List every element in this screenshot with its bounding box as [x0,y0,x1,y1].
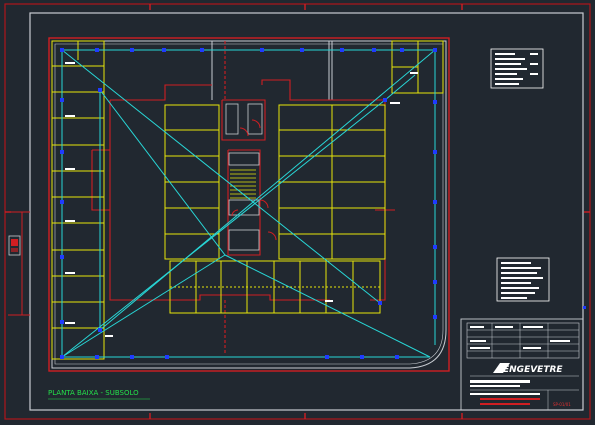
north-marker [583,306,586,309]
sheet-code: SP-01/01 [553,402,571,407]
legend-table-top [490,48,544,89]
left-feeder-lines [5,211,30,316]
wiring-diagonals [61,49,436,358]
title-block: ENGEVETRE SP-01/01 [460,318,584,411]
drawing-frame [29,12,584,411]
legend-table-bottom [496,257,550,302]
device-tags [65,62,418,337]
drawing-title: PLANTA BAIXA - SUBSOLO [48,389,139,397]
svg-text:ENGEVETRE: ENGEVETRE [503,365,563,375]
company-logo: ENGEVETRE [493,363,563,375]
legend-device-icon [8,235,21,256]
parking-left [51,40,105,360]
stair-core [225,103,277,251]
cad-drawing-canvas[interactable]: PLANTA BAIXA - SUBSOLO ENGEVETRE SP-01/0… [0,0,595,425]
parking-bottom-row [169,260,381,314]
